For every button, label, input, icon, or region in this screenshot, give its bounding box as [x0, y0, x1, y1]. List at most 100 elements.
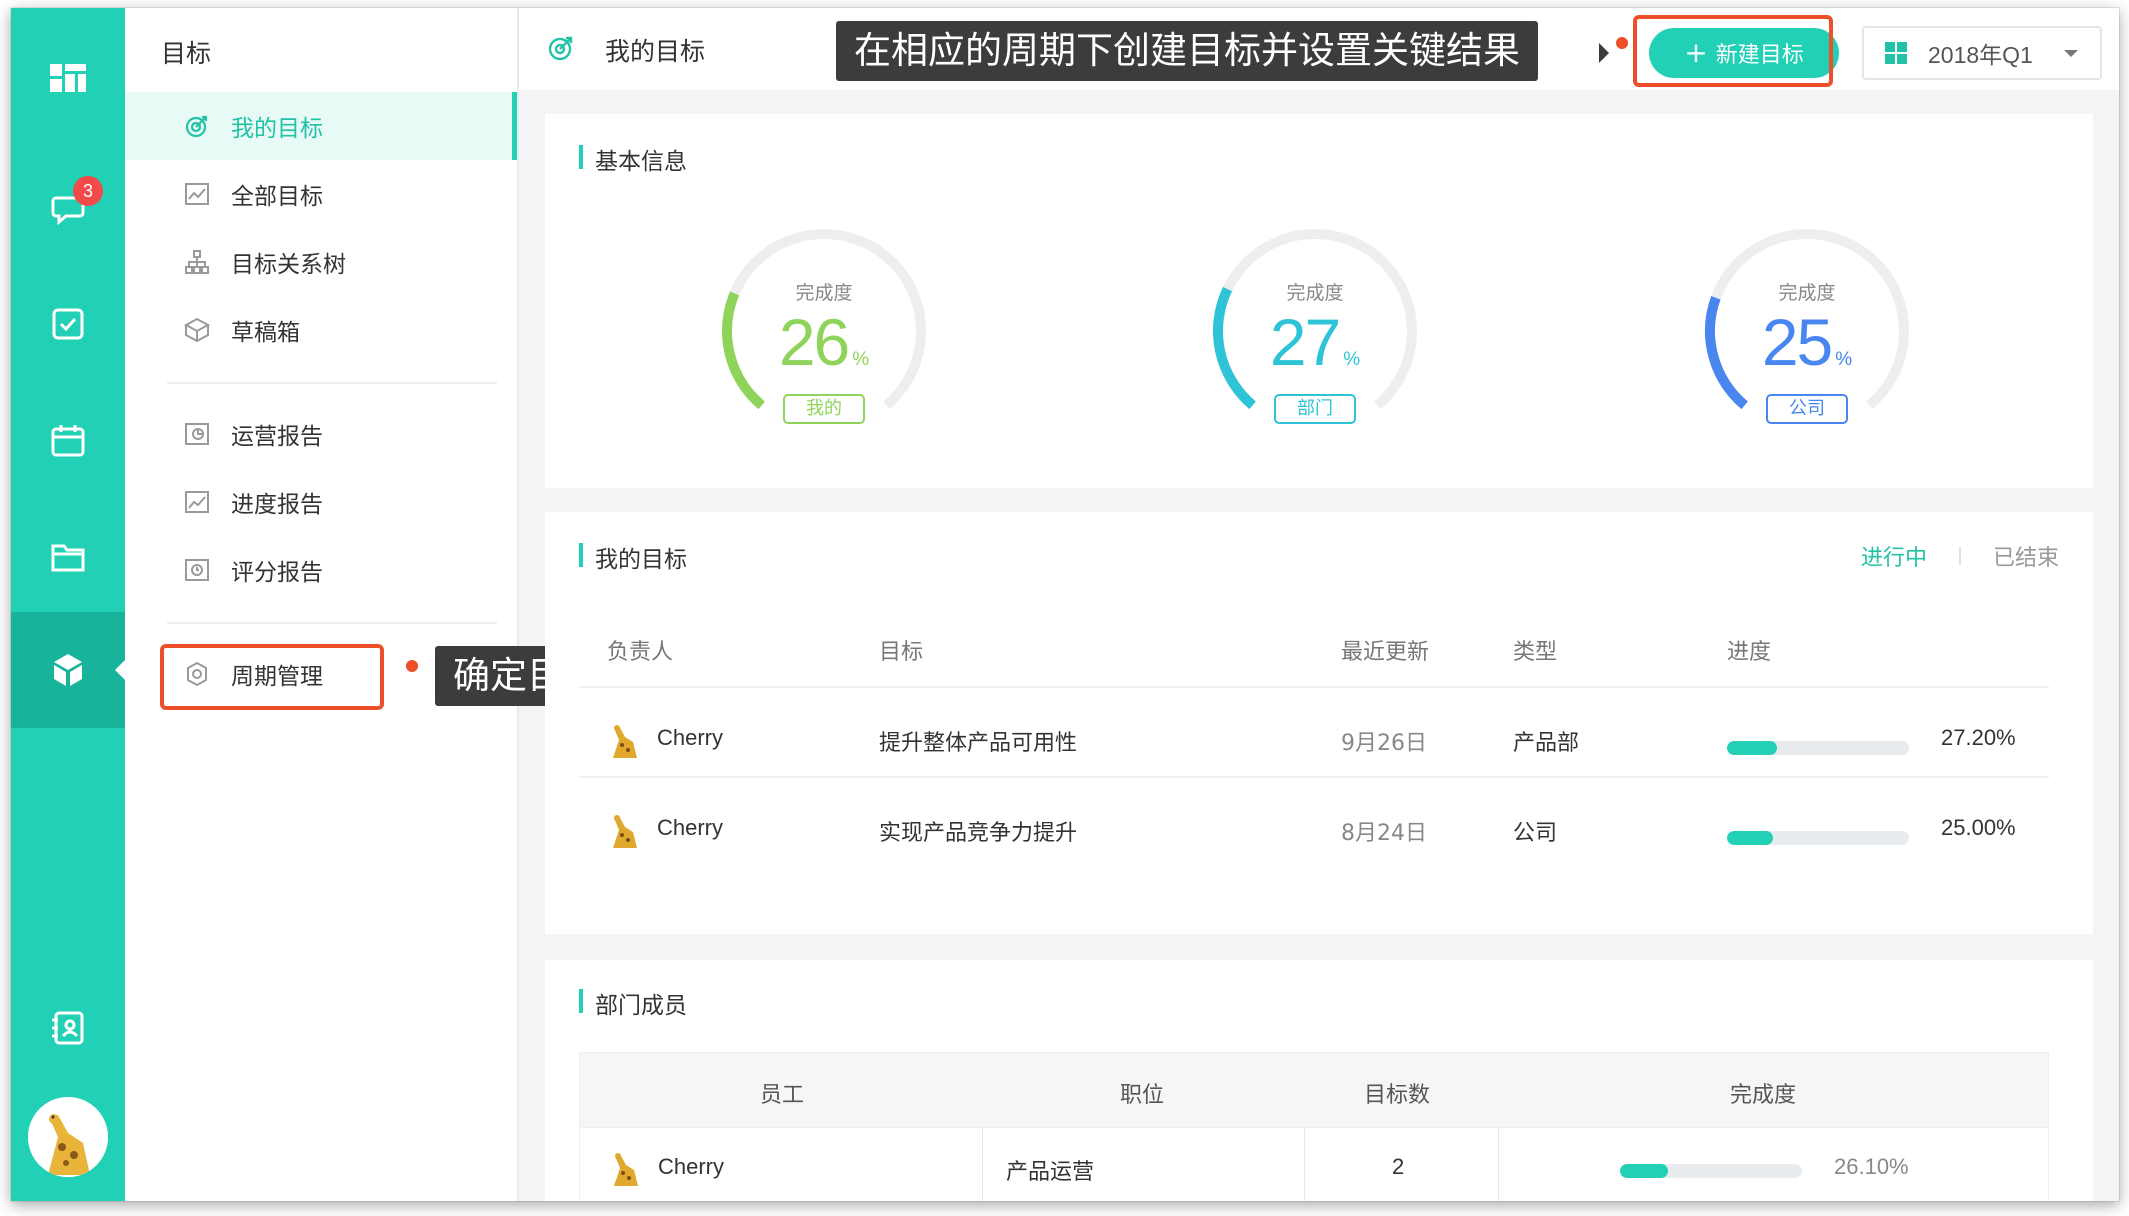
target-icon — [545, 32, 577, 64]
target-icon — [183, 112, 211, 140]
column-divider — [982, 1128, 983, 1201]
owner-name: Cherry — [657, 725, 724, 750]
member-avatar — [606, 1148, 646, 1188]
column-header: 职位 — [1120, 1083, 1165, 1108]
nav-item-label: 评分报告 — [231, 560, 323, 586]
icon-rail: 3 — [11, 8, 125, 1201]
nav-item-progress-report[interactable]: 进度报告 — [125, 468, 517, 536]
gauge-label: 完成度 — [795, 282, 853, 304]
nav-divider — [167, 622, 497, 624]
column-header: 员工 — [760, 1083, 805, 1108]
progress-value: 25.00% — [1941, 815, 2016, 840]
completion-value: 26.10% — [1834, 1154, 1909, 1179]
progress-fill — [1727, 741, 1777, 755]
members-table-header: 员工 职位 目标数 完成度 — [579, 1052, 2049, 1128]
gauge-department: 完成度 27% 部门 — [1208, 224, 1422, 438]
user-avatar[interactable] — [28, 1097, 108, 1177]
progress-bar — [1727, 831, 1909, 845]
gauge-unit: % — [852, 349, 870, 370]
goal-name[interactable]: 提升整体产品可用性 — [879, 725, 1077, 757]
my-goals-card: 我的目标 进行中 已结束 负责人 目标 最近更新 类型 进度 Cherry 提升… — [545, 512, 2093, 934]
owner-avatar — [605, 810, 645, 850]
column-header: 完成度 — [1730, 1083, 1797, 1108]
nav-item-ops-report[interactable]: 运营报告 — [125, 400, 517, 468]
member-position: 产品运营 — [1006, 1160, 1095, 1185]
member-goal-count: 2 — [1392, 1154, 1405, 1179]
column-header: 类型 — [1513, 640, 1558, 665]
grid-icon — [1884, 41, 1908, 65]
updated-date: 8月24日 — [1341, 821, 1427, 846]
nav-item-goal-tree[interactable]: 目标关系树 — [125, 228, 517, 296]
gauge-unit: % — [1343, 349, 1361, 370]
box-icon — [183, 316, 211, 344]
column-divider — [1498, 1128, 1499, 1201]
tab-finished[interactable]: 已结束 — [1993, 540, 2059, 572]
goal-status-tabs: 进行中 已结束 — [1861, 540, 2059, 572]
nav-item-label: 我的目标 — [231, 116, 323, 142]
notification-badge: 3 — [73, 176, 103, 206]
column-header: 目标 — [879, 640, 924, 665]
gauge-value: 26% — [717, 304, 931, 380]
contacts-icon[interactable] — [11, 988, 125, 1068]
app-window: 3 目标 我的目标 全部目标 目标关系树 草稿箱 运营报告 进度报告 评分报告 … — [11, 8, 2119, 1201]
gauge-tag: 部门 — [1274, 394, 1356, 424]
progress-value: 27.20% — [1941, 725, 2016, 750]
owner-avatar — [605, 720, 645, 760]
column-header: 目标数 — [1364, 1083, 1431, 1108]
goals-nav-panel: 目标 我的目标 全部目标 目标关系树 草稿箱 运营报告 进度报告 评分报告 周期… — [125, 8, 519, 1201]
progress-fill — [1727, 831, 1773, 845]
gauge-unit: % — [1835, 349, 1853, 370]
nav-item-label: 运营报告 — [231, 424, 323, 450]
gauge-value: 27% — [1208, 304, 1422, 380]
department-members-card: 部门成员 员工 职位 目标数 完成度 Cherry 产品运营 2 26.10% — [545, 960, 2093, 1201]
task-check-icon[interactable] — [11, 284, 125, 364]
row-divider — [579, 686, 2049, 688]
nav-item-score-report[interactable]: 评分报告 — [125, 536, 517, 604]
report-score-icon — [183, 556, 211, 584]
gauge-tag: 我的 — [783, 394, 865, 424]
nav-item-drafts[interactable]: 草稿箱 — [125, 296, 517, 364]
nav-item-label: 目标关系树 — [231, 252, 346, 278]
gauge-mine: 完成度 26% 我的 — [717, 224, 931, 438]
calendar-icon[interactable] — [11, 400, 125, 480]
column-header: 负责人 — [607, 640, 674, 665]
member-name: Cherry — [658, 1154, 725, 1179]
goal-type: 公司 — [1513, 821, 1558, 846]
row-divider — [579, 776, 2049, 778]
column-divider — [1304, 1128, 1305, 1201]
progress-bar — [1727, 741, 1909, 755]
create-callout: 在相应的周期下创建目标并设置关键结果 — [836, 21, 1538, 81]
column-header: 进度 — [1727, 640, 1772, 665]
active-indicator — [115, 660, 125, 680]
cycle-highlight-box — [160, 644, 384, 710]
gauge-number: 25 — [1761, 305, 1833, 379]
goal-type: 产品部 — [1513, 731, 1580, 756]
chat-icon[interactable] — [11, 168, 125, 248]
tab-in-progress[interactable]: 进行中 — [1861, 540, 1927, 572]
gauge-tag: 公司 — [1766, 394, 1848, 424]
nav-item-label: 进度报告 — [231, 492, 323, 518]
page-title: 我的目标 — [605, 37, 706, 66]
folder-icon[interactable] — [11, 516, 125, 596]
gauge-number: 27 — [1269, 305, 1341, 379]
app-logo-icon[interactable] — [11, 38, 125, 118]
nav-title: 目标 — [161, 39, 212, 68]
table-row[interactable]: Cherry 产品运营 2 26.10% — [579, 1128, 2049, 1201]
card-title: 基本信息 — [579, 142, 687, 176]
callout-arrow — [1599, 43, 1609, 63]
period-select[interactable]: 2018年Q1 — [1862, 26, 2102, 80]
nav-item-label: 全部目标 — [231, 184, 323, 210]
nav-divider — [167, 382, 497, 384]
gauge-number: 26 — [778, 305, 850, 379]
nav-item-my-goals[interactable]: 我的目标 — [125, 92, 517, 160]
updated-date: 9月26日 — [1341, 731, 1427, 756]
goal-name[interactable]: 实现产品竞争力提升 — [879, 815, 1077, 847]
column-header: 最近更新 — [1341, 640, 1430, 665]
goals-cube-icon[interactable] — [11, 612, 125, 728]
basic-info-card: 基本信息 完成度 26% 我的 完成度 27% 部门 完成度 25% 公司 — [545, 114, 2093, 488]
org-tree-icon — [183, 248, 211, 276]
report-progress-icon — [183, 488, 211, 516]
nav-item-all-goals[interactable]: 全部目标 — [125, 160, 517, 228]
chevron-down-icon — [2064, 50, 2078, 57]
period-value: 2018年Q1 — [1928, 42, 2033, 68]
